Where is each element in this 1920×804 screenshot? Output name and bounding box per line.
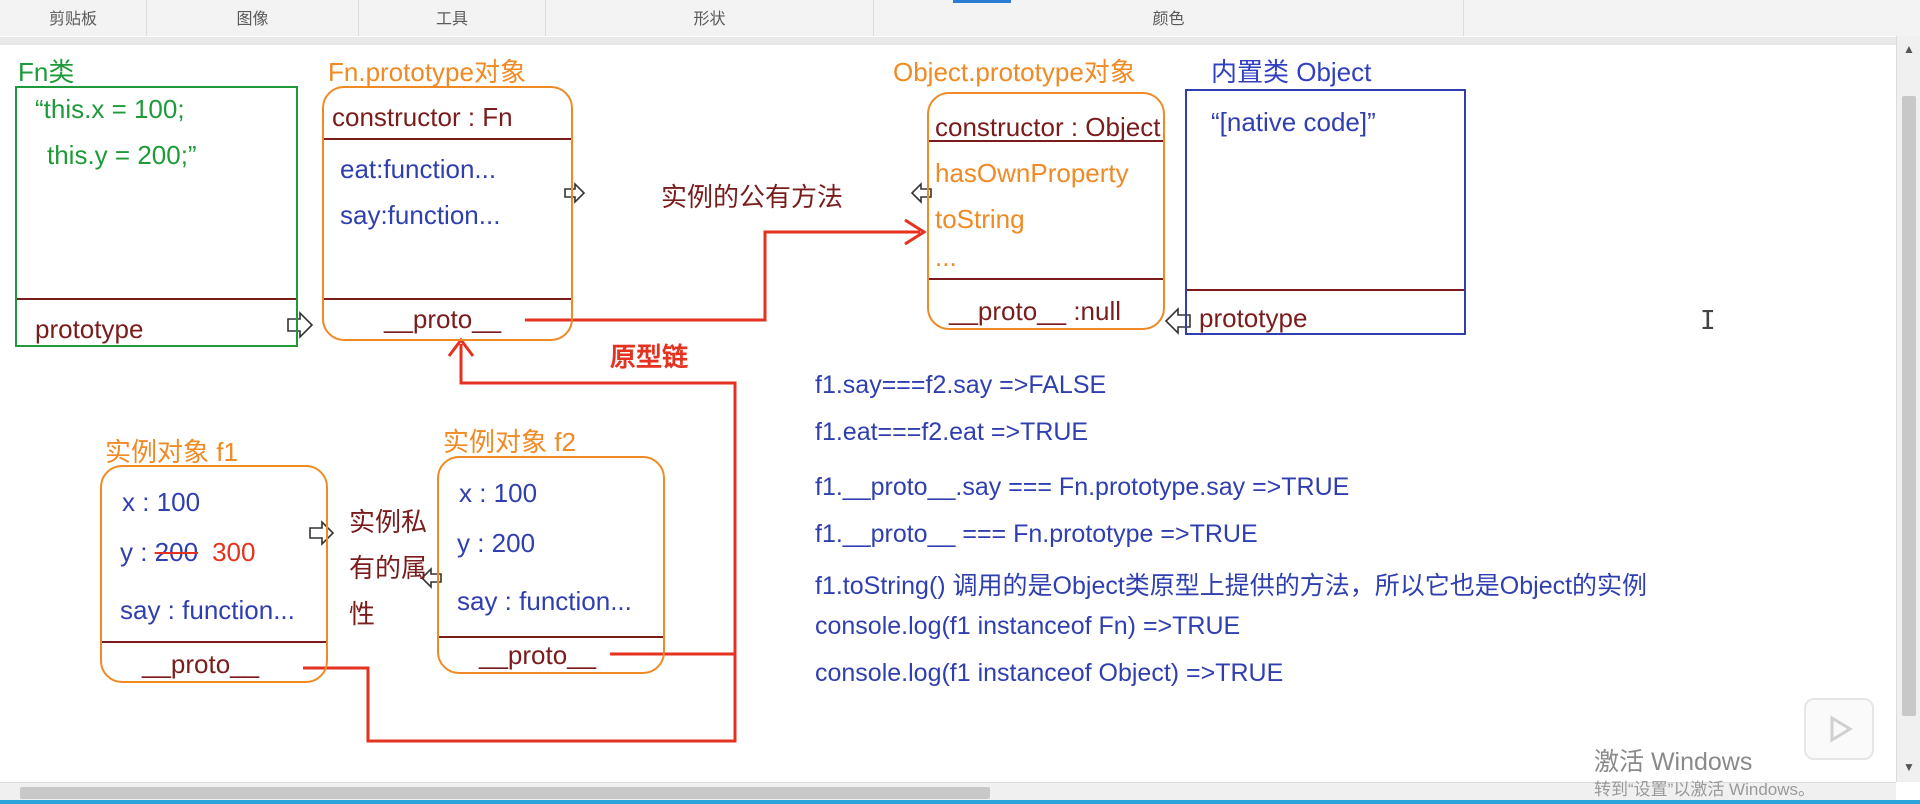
play-icon [1830, 715, 1853, 743]
private-props-line2: 有的属 [349, 553, 428, 583]
fn-proto-say: say:function... [340, 200, 501, 230]
scroll-up-icon[interactable]: ▲ [1903, 42, 1915, 56]
f1-proto: __proto__ [142, 649, 260, 679]
object-proto-proto-null: __proto__ :null [949, 296, 1122, 326]
f1-divider [102, 641, 326, 643]
instance-f2-title: 实例对象 f2 [443, 427, 576, 457]
object-proto-divider-top [929, 140, 1163, 142]
f1-y: y : 200 300 [120, 537, 255, 568]
object-prototype-box: constructor : Object hasOwnProperty toSt… [927, 92, 1165, 330]
f2-proto: __proto__ [479, 640, 597, 670]
fn-proto-proto: __proto__ [384, 304, 502, 334]
f1-say: say : function... [120, 595, 295, 625]
fn-box-divider [17, 298, 296, 300]
f2-x: x : 100 [459, 478, 538, 508]
builtin-object-title: 内置类 Object [1211, 57, 1372, 87]
scroll-down-icon[interactable]: ▼ [1903, 760, 1915, 774]
fn-proto-divider-top [324, 138, 571, 140]
horizontal-scrollbar-thumb[interactable] [20, 787, 990, 799]
fn-class-box: “this.x = 100; this.y = 200;” prototype [15, 86, 298, 347]
builtin-object-divider [1187, 289, 1464, 291]
instance-f2-box: x : 100 y : 200 say : function... __prot… [437, 456, 665, 674]
fn-code-line1: “this.x = 100; [35, 94, 185, 124]
object-prototype-title: Object.prototype对象 [893, 57, 1136, 87]
private-props-line3: 性 [349, 599, 376, 629]
object-proto-constructor: constructor : Object [935, 112, 1161, 142]
instance-f1-title: 实例对象 f1 [105, 437, 238, 467]
builtin-object-box: “[native code]” prototype [1185, 89, 1466, 335]
note-line-1: f1.say===f2.say =>FALSE [815, 371, 1107, 399]
f2-say: say : function... [457, 586, 632, 616]
note-line-7: console.log(f1 instanceof Object) =>TRUE [815, 659, 1284, 687]
instance-f1-box: x : 100 y : 200 300 say : function... __p… [100, 465, 328, 683]
fn-proto-divider-bottom [324, 298, 571, 300]
object-proto-tostring: toString [935, 204, 1025, 234]
f1-y-new-value: 300 [212, 537, 256, 567]
activation-watermark-title: 激活 Windows [1594, 748, 1753, 776]
bottom-accent-line [0, 800, 1920, 804]
builtin-object-native: “[native code]” [1211, 107, 1376, 137]
object-proto-hasownproperty: hasOwnProperty [935, 158, 1129, 188]
f1-x: x : 100 [122, 487, 201, 517]
proto-chain-fn-to-object [525, 230, 920, 322]
f2-y: y : 200 [457, 528, 536, 558]
fn-code-line2: this.y = 200;” [47, 140, 197, 170]
note-line-5: f1.toString() 调用的是Object类原型上提供的方法，所以它也是O… [815, 572, 1648, 600]
builtin-object-prototype: prototype [1199, 303, 1308, 333]
object-proto-ellipsis: ... [935, 242, 957, 272]
note-line-2: f1.eat===f2.eat =>TRUE [815, 418, 1089, 446]
f2-divider [439, 636, 663, 638]
play-button[interactable] [1804, 698, 1874, 760]
fn-proto-constructor: constructor : Fn [332, 102, 513, 132]
fn-prototype-box: constructor : Fn eat:function... say:fun… [322, 86, 573, 341]
object-proto-divider-bottom [929, 278, 1163, 280]
fn-proto-eat: eat:function... [340, 154, 497, 184]
fn-prototype-property: prototype [35, 314, 144, 344]
f1-y-prefix: y : [120, 537, 155, 567]
vertical-scrollbar[interactable]: ▲ ▼ [1896, 36, 1920, 782]
prototype-chain-label: 原型链 [610, 342, 689, 372]
fn-prototype-title: Fn.prototype对象 [328, 57, 526, 87]
vertical-scrollbar-thumb[interactable] [1902, 96, 1916, 716]
f1-y-old-value: 200 [154, 537, 199, 567]
activation-watermark-subtitle: 转到“设置”以激活 Windows。 [1594, 780, 1816, 799]
fn-class-title: Fn类 [18, 57, 75, 87]
shared-methods-label: 实例的公有方法 [661, 182, 844, 212]
note-line-6: console.log(f1 instanceof Fn) =>TRUE [815, 612, 1241, 640]
note-line-4: f1.__proto__ === Fn.prototype =>TRUE [815, 520, 1258, 548]
text-cursor-icon: I [1700, 306, 1716, 336]
private-props-line1: 实例私 [349, 507, 428, 537]
note-line-3: f1.__proto__.say === Fn.prototype.say =>… [815, 473, 1350, 501]
